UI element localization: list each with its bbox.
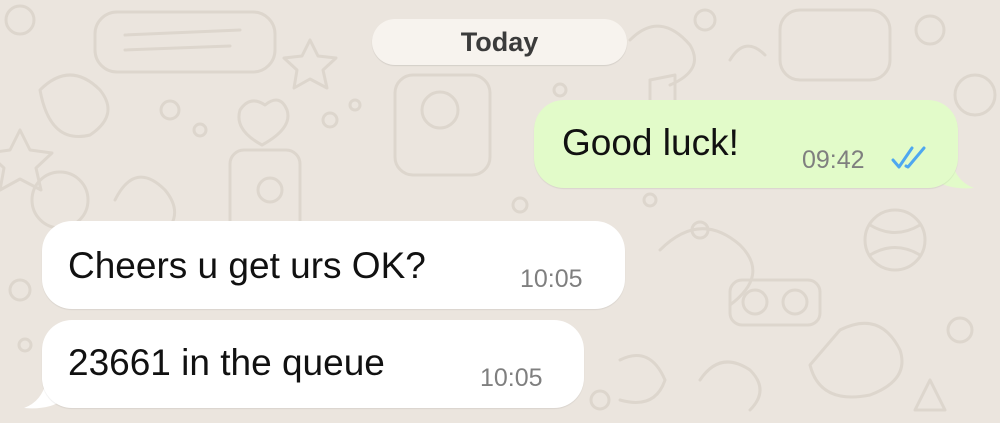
message-timestamp: 09:42 xyxy=(802,146,865,174)
double-check-read-icon xyxy=(891,146,926,169)
message-text: Good luck! xyxy=(562,122,739,163)
incoming-message-bubble[interactable]: 23661 in the queue 10:05 xyxy=(42,320,584,408)
message-timestamp: 10:05 xyxy=(480,364,543,392)
date-divider: Today xyxy=(372,19,627,65)
outgoing-message-bubble[interactable]: Good luck! 09:42 xyxy=(534,100,958,188)
message-timestamp: 10:05 xyxy=(520,265,583,293)
message-text: Cheers u get urs OK? xyxy=(68,245,426,286)
incoming-message-bubble[interactable]: Cheers u get urs OK? 10:05 xyxy=(42,221,625,309)
message-text: 23661 in the queue xyxy=(68,342,385,383)
